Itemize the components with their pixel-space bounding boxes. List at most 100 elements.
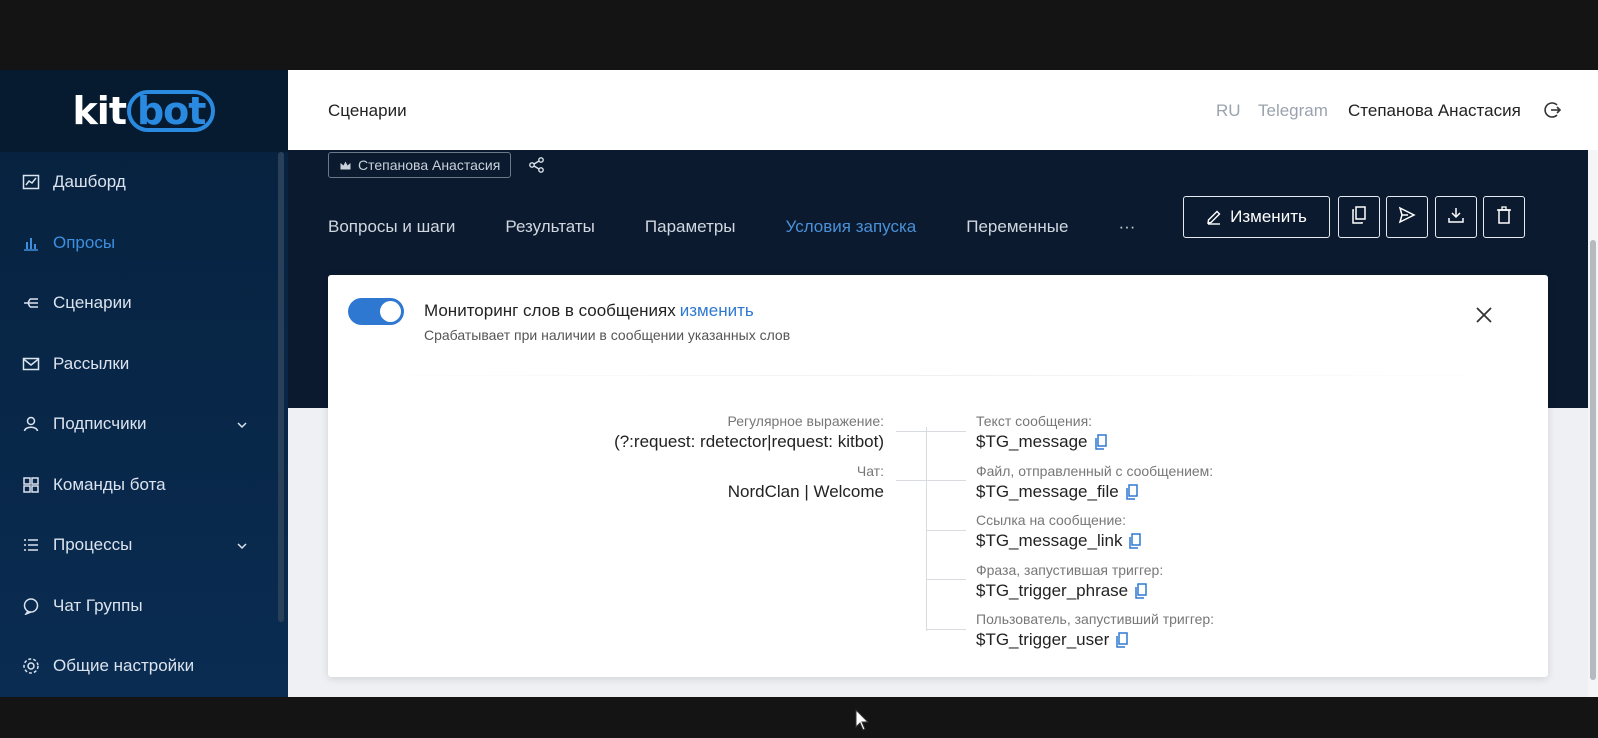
scenario-tabs: Вопросы и шаги Результаты Параметры Усло… bbox=[328, 217, 1185, 237]
sidebar-item-label: Команды бота bbox=[53, 474, 166, 494]
toggle-knob bbox=[380, 301, 401, 322]
page-title: Сценарии bbox=[328, 101, 407, 120]
connector-line bbox=[926, 579, 966, 580]
logout-icon[interactable] bbox=[1542, 100, 1562, 120]
variable-label: Текст сообщения: bbox=[976, 413, 1093, 429]
connector-trunk bbox=[926, 427, 927, 631]
copy-icon bbox=[1351, 205, 1367, 229]
param-label: Чат: bbox=[856, 462, 884, 479]
delete-button[interactable] bbox=[1483, 196, 1525, 238]
trigger-title: Мониторинг слов в сообщениях изменить bbox=[424, 301, 754, 321]
variable-value[interactable]: $TG_message_link bbox=[976, 531, 1122, 551]
param-value: (?:request: rdetector|request: kitbot) bbox=[614, 432, 884, 451]
close-icon[interactable] bbox=[1474, 305, 1494, 325]
sidebar-item-settings[interactable]: Общие настройки bbox=[0, 636, 288, 697]
owner-name: Степанова Анастасия bbox=[358, 157, 501, 173]
user-name[interactable]: Степанова Анастасия bbox=[1348, 101, 1521, 121]
copy-icon[interactable] bbox=[1115, 632, 1129, 648]
variable-value[interactable]: $TG_message bbox=[976, 432, 1088, 452]
tab-variables[interactable]: Переменные bbox=[966, 217, 1068, 237]
owner-badge[interactable]: Степанова Анастасия bbox=[328, 152, 512, 178]
share-icon[interactable] bbox=[528, 156, 546, 174]
tab-parameters[interactable]: Параметры bbox=[645, 217, 736, 237]
branch-icon bbox=[22, 294, 40, 312]
language-switch[interactable]: RU bbox=[1216, 101, 1241, 121]
sidebar-item-scenarios[interactable]: Сценарии bbox=[0, 273, 288, 334]
variable-label: Файл, отправленный с сообщением: bbox=[976, 462, 1214, 479]
sidebar: kit bot Дашборд Опросы Сценарии Рассылки … bbox=[0, 70, 288, 697]
sidebar-item-label: Рассылки bbox=[53, 353, 130, 373]
sidebar-item-processes[interactable]: Процессы bbox=[0, 515, 288, 576]
mouse-cursor-icon bbox=[855, 708, 871, 738]
sidebar-item-group-chat[interactable]: Чат Группы bbox=[0, 576, 288, 637]
trigger-params: Регулярное выражение: (?:request: rdetec… bbox=[614, 413, 884, 512]
gear-icon bbox=[22, 657, 40, 675]
send-button[interactable] bbox=[1386, 196, 1428, 238]
tab-questions-steps[interactable]: Вопросы и шаги bbox=[328, 217, 455, 237]
connector-line bbox=[926, 480, 966, 481]
copy-icon[interactable] bbox=[1134, 582, 1148, 599]
list-icon bbox=[22, 536, 40, 554]
logo-accent: bot bbox=[126, 90, 216, 132]
sidebar-item-label: Чат Группы bbox=[53, 595, 143, 615]
variable-value[interactable]: $TG_message_file bbox=[976, 482, 1119, 502]
send-icon bbox=[1398, 206, 1416, 229]
trigger-card: Мониторинг слов в сообщениях изменить Сра… bbox=[328, 275, 1548, 731]
sidebar-item-label: Процессы bbox=[53, 535, 133, 555]
param-label: Регулярное выражение: bbox=[727, 413, 885, 429]
sidebar-item-mailings[interactable]: Рассылки bbox=[0, 334, 288, 395]
window-top-bar bbox=[0, 0, 1598, 70]
chevron-down-icon[interactable] bbox=[236, 416, 248, 436]
sidebar-item-dashboard[interactable]: Дашборд bbox=[0, 152, 288, 213]
pencil-icon bbox=[1206, 209, 1222, 225]
param-value: NordClan | Welcome bbox=[727, 481, 884, 501]
param-chat: Чат: NordClan | Welcome bbox=[614, 463, 884, 513]
bar-chart-icon bbox=[22, 234, 40, 252]
copy-icon[interactable] bbox=[1094, 434, 1108, 450]
sidebar-scrollbar[interactable] bbox=[278, 152, 284, 622]
connector-line bbox=[926, 629, 966, 630]
chat-icon bbox=[22, 597, 40, 615]
top-header: Сценарии RU Telegram Степанова Анастасия bbox=[288, 70, 1598, 150]
mail-icon bbox=[22, 355, 40, 373]
tab-more[interactable]: ··· bbox=[1118, 217, 1135, 237]
chevron-down-icon[interactable] bbox=[236, 537, 248, 557]
copy-icon[interactable] bbox=[1128, 533, 1142, 549]
trigger-title-text: Мониторинг слов в сообщениях bbox=[424, 301, 676, 320]
trigger-toggle[interactable] bbox=[348, 298, 404, 325]
trigger-description: Срабатывает при наличии в сообщении указ… bbox=[424, 327, 791, 343]
tab-launch-conditions[interactable]: Условия запуска bbox=[786, 217, 917, 237]
variable-item: Файл, отправленный с сообщением: $TG_mes… bbox=[976, 463, 1214, 513]
variable-value[interactable]: $TG_trigger_phrase bbox=[976, 581, 1128, 601]
scrollbar-thumb[interactable] bbox=[1590, 240, 1596, 680]
copy-button[interactable] bbox=[1338, 196, 1380, 238]
divider bbox=[348, 375, 1528, 376]
variable-label: Фраза, запустившая триггер: bbox=[976, 561, 1164, 578]
variable-value[interactable]: $TG_trigger_user bbox=[976, 630, 1109, 650]
connector-line bbox=[926, 431, 966, 432]
sidebar-item-label: Опросы bbox=[53, 232, 116, 252]
app-logo[interactable]: kit bot bbox=[0, 70, 288, 152]
edit-button[interactable]: Изменить bbox=[1183, 196, 1330, 238]
copy-icon[interactable] bbox=[1125, 483, 1139, 500]
user-icon bbox=[22, 415, 40, 433]
download-button[interactable] bbox=[1435, 196, 1477, 238]
variable-item: Фраза, запустившая триггер: $TG_trigger_… bbox=[976, 562, 1214, 612]
sidebar-item-bot-commands[interactable]: Команды бота bbox=[0, 455, 288, 516]
tab-results[interactable]: Результаты bbox=[505, 217, 595, 237]
variable-label: Пользователь, запустивший триггер: bbox=[976, 611, 1215, 627]
main-area: Сценарии RU Telegram Степанова Анастасия… bbox=[288, 70, 1598, 731]
sidebar-item-label: Общие настройки bbox=[53, 656, 195, 676]
sidebar-item-label: Дашборд bbox=[53, 172, 126, 192]
connector-line bbox=[896, 480, 926, 481]
messenger-switch[interactable]: Telegram bbox=[1258, 101, 1328, 121]
sidebar-nav: Дашборд Опросы Сценарии Рассылки Подписч… bbox=[0, 152, 288, 697]
edit-button-label: Изменить bbox=[1230, 207, 1307, 226]
main-scrollbar[interactable] bbox=[1588, 150, 1598, 697]
trigger-edit-link[interactable]: изменить bbox=[680, 301, 754, 320]
variable-item: Текст сообщения: $TG_message bbox=[976, 413, 1214, 463]
sidebar-item-subscribers[interactable]: Подписчики bbox=[0, 394, 288, 455]
sidebar-item-surveys[interactable]: Опросы bbox=[0, 213, 288, 274]
param-regex: Регулярное выражение: (?:request: rdetec… bbox=[614, 413, 884, 463]
variable-label: Ссылка на сообщение: bbox=[976, 512, 1126, 528]
